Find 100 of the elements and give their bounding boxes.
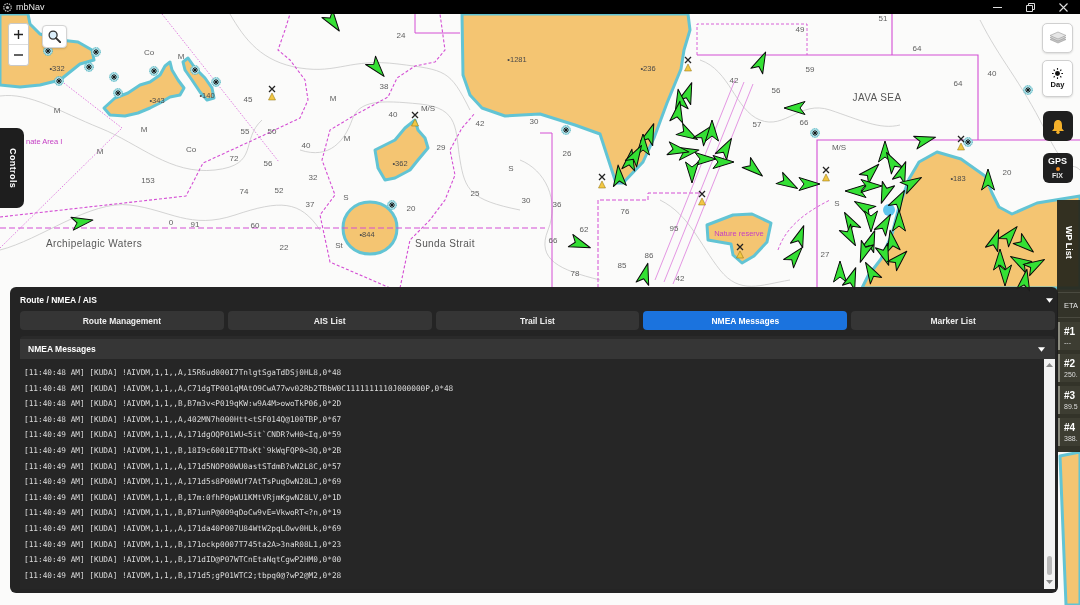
depth-sounding: 51 [878,14,888,23]
depth-sounding: 72 [229,153,239,163]
panel-title: Route / NMEA / AIS [20,294,97,306]
sea-area-label: JAVA SEA [852,91,902,103]
vessel-icon [838,223,856,247]
scrollbar[interactable] [1044,359,1055,589]
tab[interactable]: Marker List [851,311,1055,330]
waypoint-number: #2 [1064,358,1077,370]
depth-sounding: 86 [644,250,654,260]
depth-sounding: 38 [379,81,389,91]
buoy-icon [957,135,965,151]
rock-icon [387,200,397,210]
rock-icon [84,62,94,72]
depth-sounding: 27 [820,249,830,259]
depth-sounding: 62 [579,224,589,234]
depth-sounding: 45 [243,94,253,104]
section-header[interactable]: NMEA Messages [20,339,1055,359]
depth-sounding: 32 [308,172,318,182]
vessel-icon [741,157,763,177]
waypoint-list-tab[interactable]: WP List [1057,200,1080,292]
tab[interactable]: NMEA Messages [643,311,848,330]
vessel-icon [865,261,883,285]
scroll-down-icon[interactable] [1046,580,1053,584]
tab[interactable]: Route Management [20,311,224,330]
section-title: NMEA Messages [28,343,96,355]
depth-sounding: 20 [1002,167,1012,177]
vessel-icon [892,209,906,232]
depth-sounding: 40 [388,109,398,119]
depth-sounding: 22 [279,242,289,252]
depth-sounding: M/S [831,142,847,152]
rock-icon [113,88,123,98]
depth-sounding: M [96,146,104,156]
buoy-icon [268,85,276,101]
vessel-icon [705,119,719,142]
vessel-icon [624,144,642,168]
rock-icon [91,47,101,57]
app-logo-icon [3,2,12,12]
caret-icon[interactable] [1038,346,1045,352]
depth-sounding: 85 [617,260,627,270]
search-button[interactable] [42,25,67,48]
vessel-icon [874,242,890,266]
vessel-icon [789,225,805,249]
buoy-icon [684,56,692,72]
land-area [373,118,430,182]
minus-icon [14,54,23,56]
depth-sounding: Co [185,144,197,154]
vessel-icon [365,55,385,77]
controls-tab[interactable]: Controls [0,128,24,208]
plus-icon [14,29,23,39]
alarm-button[interactable] [1042,111,1073,141]
rock-icon [1023,85,1033,95]
waypoint-number: #4 [1064,422,1077,434]
depth-sounding: 52 [274,185,284,195]
rock-icon [54,76,64,86]
depth-sounding: S [834,198,840,208]
depth-sounding: 91 [190,219,200,229]
buoy-icon [736,243,744,259]
vessel-icon [998,226,1018,248]
buoy-icon [822,166,830,182]
depth-sounding: 30 [529,116,539,126]
land-area [705,212,773,265]
depth-sounding: 74 [239,186,249,196]
depth-sounding: 29 [436,142,446,152]
status-dot-icon [1055,167,1060,171]
depth-sounding: 153 [141,175,155,185]
search-icon [48,30,61,43]
depth-sounding: M [329,93,337,103]
sea-area-label: Sunda Strait [415,237,475,249]
depth-sounding: 56 [771,85,781,95]
depth-sounding: 24 [396,30,406,40]
vessel-icon [70,216,94,231]
depth-sounding: 42 [475,118,485,128]
tab[interactable]: AIS List [227,311,432,330]
depth-sounding: 56 [263,158,273,168]
depth-sounding: 40 [301,140,311,150]
buoy-icon [698,190,706,206]
depth-sounding: 66 [799,117,809,127]
depth-sounding: S [508,163,514,173]
depth-sounding: 36 [552,199,562,209]
scroll-up-icon[interactable] [1046,363,1053,367]
waypoint-number: #3 [1064,390,1077,402]
rock-icon [211,77,221,87]
rock-icon [561,125,571,135]
vessel-icon [567,233,591,249]
vessel-icon [873,213,891,237]
caret-icon[interactable] [1046,297,1053,303]
buoy-icon [411,111,419,127]
sea-area-label: Archipelagic Waters [45,237,143,249]
tab[interactable]: Trail List [435,311,640,330]
depth-sounding: 49 [795,24,805,34]
rock-icon [149,66,159,76]
depth-sounding: 57 [752,119,762,129]
vessel-icon [750,51,767,75]
restore-icon [1026,2,1035,12]
depth-sounding: M [140,124,148,134]
vessel-icon [612,164,627,188]
vessel-icon [984,229,1000,253]
depth-sounding: 78 [570,268,580,278]
scrollbar-thumb[interactable] [1047,556,1052,575]
rock-icon [810,128,820,138]
